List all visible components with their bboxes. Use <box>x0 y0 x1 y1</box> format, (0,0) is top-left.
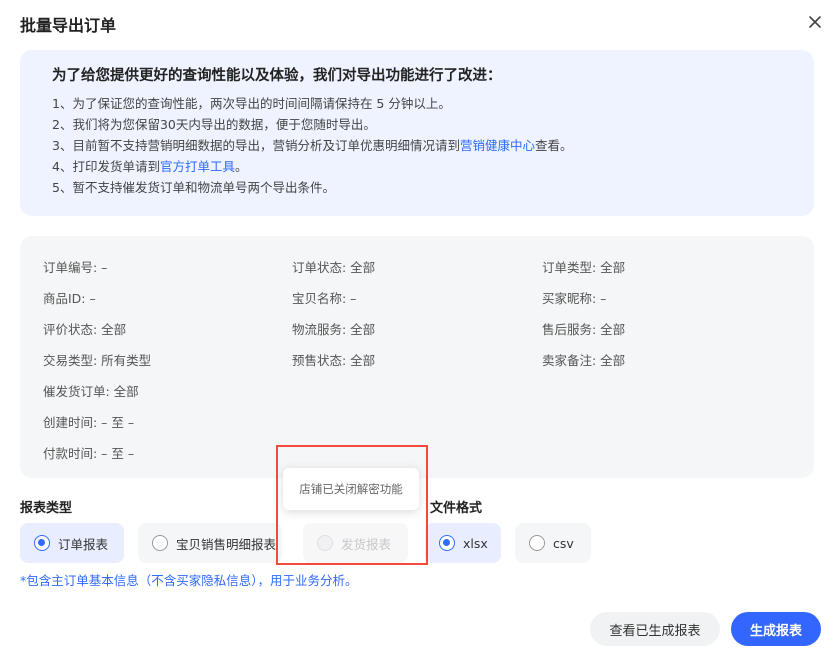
radio-unchecked-icon <box>152 535 168 551</box>
close-icon[interactable] <box>803 10 827 34</box>
filter-seller-note: 卖家备注: 全部 <box>542 353 626 368</box>
radio-unchecked-icon <box>529 535 545 551</box>
filter-paid-time: 付款时间: – 至 – <box>43 446 135 461</box>
filter-order-status: 订单状态: 全部 <box>292 260 376 275</box>
filter-product-id: 商品ID: – <box>43 291 96 306</box>
notice-line-2: 2、我们将为您保留30天内导出的数据，便于您随时导出。 <box>52 117 376 132</box>
decrypt-disabled-tooltip: 店铺已关闭解密功能 <box>283 468 419 510</box>
notice-line-1: 1、为了保证您的查询性能，两次导出的时间间隔请保持在 5 分钟以上。 <box>52 96 451 111</box>
report-type-hint: *包含主订单基本信息（不含买家隐私信息），用于业务分析。 <box>20 573 358 588</box>
filter-review-status: 评价状态: 全部 <box>43 322 127 337</box>
notice-line-4: 4、打印发货单请到官方打单工具。 <box>52 156 814 177</box>
file-format-label: 文件格式 <box>429 501 482 516</box>
filter-buyer-nick: 买家昵称: – <box>542 291 607 306</box>
report-option-shipping-label: 发货报表 <box>341 536 392 552</box>
export-orders-dialog: 批量导出订单 为了给您提供更好的查询性能以及体验，我们对导出功能进行了改进： 1… <box>0 0 837 654</box>
view-generated-reports-button[interactable]: 查看已生成报表 <box>590 612 720 646</box>
report-option-order-label: 订单报表 <box>58 536 109 552</box>
report-option-item-sales[interactable]: 宝贝销售明细报表 <box>138 523 282 563</box>
notice-line-3: 3、目前暂不支持营销明细数据的导出，营销分析及订单优惠明细情况请到营销健康中心查… <box>52 135 814 156</box>
filter-logistics: 物流服务: 全部 <box>292 322 376 337</box>
format-option-csv-label: csv <box>553 535 574 551</box>
format-option-xlsx[interactable]: xlsx <box>425 523 501 563</box>
report-type-label: 报表类型 <box>20 501 73 516</box>
marketing-health-center-link[interactable]: 营销健康中心 <box>460 138 535 153</box>
notice-line-4-suffix: 。 <box>234 159 248 174</box>
filter-after-sale: 售后服务: 全部 <box>542 322 626 337</box>
radio-checked-icon <box>34 535 50 551</box>
filter-item-name: 宝贝名称: – <box>292 291 357 306</box>
notice-panel: 为了给您提供更好的查询性能以及体验，我们对导出功能进行了改进： 1、为了保证您的… <box>20 50 814 216</box>
format-option-csv[interactable]: csv <box>515 523 591 563</box>
dialog-title: 批量导出订单 <box>20 16 117 35</box>
filter-presale: 预售状态: 全部 <box>292 353 376 368</box>
format-option-xlsx-label: xlsx <box>463 535 488 551</box>
report-option-order[interactable]: 订单报表 <box>20 523 124 563</box>
generate-report-button[interactable]: 生成报表 <box>731 612 821 646</box>
filter-trade-type: 交易类型: 所有类型 <box>43 353 152 368</box>
official-print-tool-link[interactable]: 官方打单工具 <box>160 159 235 174</box>
notice-line-3-suffix: 查看。 <box>534 138 573 153</box>
report-option-item-sales-label: 宝贝销售明细报表 <box>176 536 277 552</box>
radio-disabled-icon <box>317 535 333 551</box>
filter-order-no: 订单编号: – <box>43 260 108 275</box>
notice-line-4-text: 4、打印发货单请到 <box>52 159 160 174</box>
filter-order-type: 订单类型: 全部 <box>542 260 626 275</box>
notice-line-5: 5、暂不支持催发货订单和物流单号两个导出条件。 <box>52 180 335 195</box>
filter-summary-panel: 订单编号: – 订单状态: 全部 订单类型: 全部 商品ID: – 宝贝名称: … <box>20 236 814 478</box>
filter-urge: 催发货订单: 全部 <box>43 384 139 399</box>
notice-title: 为了给您提供更好的查询性能以及体验，我们对导出功能进行了改进： <box>52 68 502 84</box>
notice-line-3-text: 3、目前暂不支持营销明细数据的导出，营销分析及订单优惠明细情况请到 <box>52 138 460 153</box>
radio-checked-icon <box>439 535 455 551</box>
report-option-shipping[interactable]: 发货报表 <box>303 523 408 563</box>
filter-created-time: 创建时间: – 至 – <box>43 415 135 430</box>
